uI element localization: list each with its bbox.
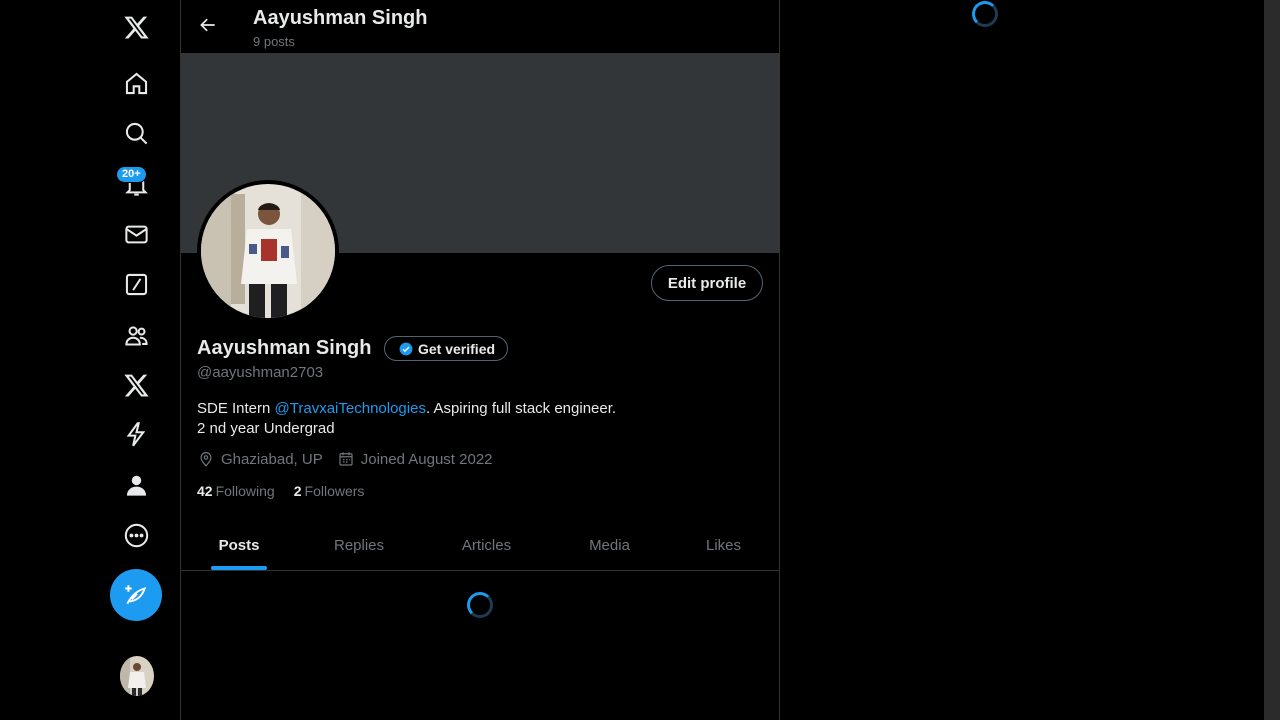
- nav-communities[interactable]: [111, 310, 161, 360]
- profile-header-bar: Aayushman Singh 9 posts: [181, 0, 780, 53]
- page-scrollbar[interactable]: [1264, 0, 1280, 720]
- home-icon: [125, 72, 147, 94]
- profile-avatar[interactable]: [197, 180, 339, 322]
- following-count: 42: [197, 483, 213, 499]
- tab-articles[interactable]: Articles: [421, 519, 552, 571]
- bio-mention-link[interactable]: @TravxaiTechnologies: [275, 400, 426, 417]
- x-logo-icon: [123, 374, 149, 397]
- right-sidebar: [780, 0, 1264, 720]
- feather-plus-icon: [125, 585, 147, 605]
- profile-bio: SDE Intern @TravxaiTechnologies. Aspirin…: [197, 399, 757, 439]
- arrow-left-icon: [200, 18, 215, 32]
- nav-profile[interactable]: [111, 460, 161, 510]
- left-navigation: 20+: [0, 0, 181, 720]
- header-post-count: 9 posts: [253, 34, 295, 49]
- location-pin-icon: [200, 452, 212, 467]
- x-logo-icon: [123, 16, 149, 39]
- location-item: Ghaziabad, UP: [197, 450, 323, 468]
- following-link[interactable]: 42 Following: [197, 483, 275, 499]
- calendar-icon: [339, 452, 353, 466]
- nav-grok[interactable]: [111, 259, 161, 309]
- search-icon: [125, 122, 147, 144]
- followers-label: Followers: [304, 483, 365, 499]
- profile-display-name: Aayushman Singh: [197, 337, 372, 359]
- profile-meta: Ghaziabad, UP Joined August 2022: [197, 450, 507, 468]
- edit-profile-button[interactable]: Edit profile: [651, 265, 763, 301]
- profile-column: Aayushman Singh 9 posts Edit profile Aay…: [181, 0, 780, 720]
- avatar: [120, 656, 154, 696]
- get-verified-label: Get verified: [418, 340, 496, 357]
- person-icon: [126, 475, 146, 496]
- nav-home[interactable]: [111, 58, 161, 108]
- nav-explore[interactable]: [111, 108, 161, 158]
- nav-messages[interactable]: [111, 209, 161, 259]
- x-logo-link[interactable]: [111, 2, 161, 52]
- grok-slash-icon: [125, 273, 147, 295]
- tab-media[interactable]: Media: [552, 519, 667, 571]
- bio-line-2: 2 nd year Undergrad: [197, 420, 335, 437]
- compose-post-button[interactable]: [110, 569, 162, 621]
- tab-likes[interactable]: Likes: [667, 519, 780, 571]
- joined-item: Joined August 2022: [337, 450, 493, 468]
- tab-replies[interactable]: Replies: [297, 519, 421, 571]
- follow-stats: 42 Following 2 Followers: [197, 483, 383, 499]
- lightning-icon: [126, 421, 145, 446]
- profile-tabs: Posts Replies Articles Media Likes: [181, 519, 780, 571]
- profile-handle: @aayushman2703: [197, 364, 324, 381]
- nav-premium[interactable]: [111, 360, 161, 410]
- bio-text: SDE Intern: [197, 400, 275, 417]
- more-circle-icon: [124, 523, 148, 547]
- nav-verified-orgs[interactable]: [111, 409, 161, 459]
- nav-more[interactable]: [111, 510, 161, 560]
- feed-loading-spinner: [467, 592, 493, 618]
- people-icon: [124, 325, 148, 346]
- bio-text-tail: . Aspiring full stack engineer.: [425, 400, 617, 417]
- followers-link[interactable]: 2 Followers: [294, 483, 365, 499]
- account-avatar[interactable]: [120, 656, 154, 696]
- location-text: Ghaziabad, UP: [221, 450, 323, 468]
- get-verified-button[interactable]: Get verified: [384, 336, 509, 361]
- mail-icon: [124, 225, 148, 243]
- tab-posts[interactable]: Posts: [181, 519, 297, 571]
- profile-photo: [201, 184, 335, 318]
- following-label: Following: [215, 483, 275, 499]
- followers-count: 2: [293, 483, 302, 499]
- sidebar-loading-spinner: [972, 1, 998, 27]
- app: 20+ Aayushman Singh 9 posts Edit profile…: [0, 0, 1280, 720]
- verified-badge-icon: [399, 342, 413, 355]
- joined-text: Joined August 2022: [360, 450, 493, 468]
- notifications-badge: 20+: [116, 166, 147, 183]
- active-tab-indicator: [211, 566, 267, 570]
- header-title: Aayushman Singh: [253, 7, 428, 29]
- back-button[interactable]: [195, 12, 221, 38]
